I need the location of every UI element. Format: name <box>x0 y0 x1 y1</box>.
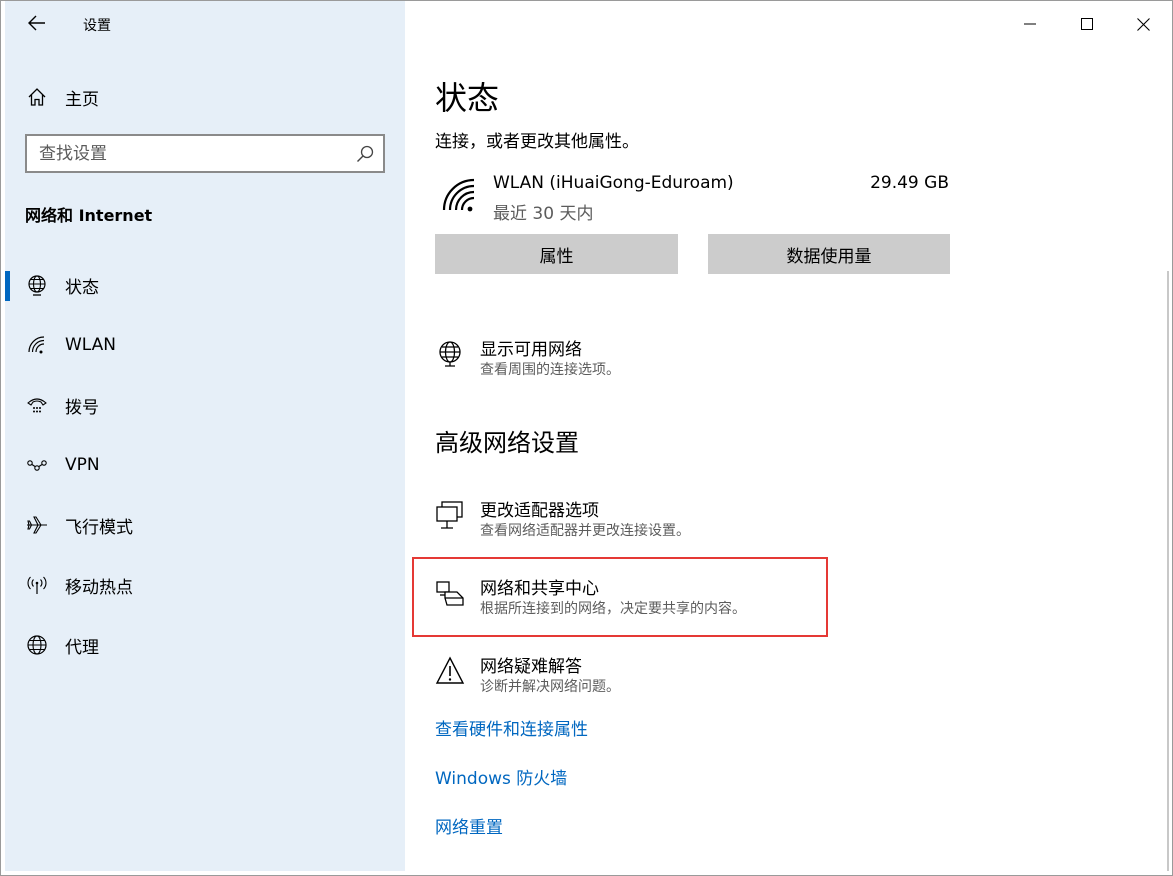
properties-button[interactable]: 属性 <box>435 234 678 274</box>
network-reset-link[interactable]: 网络重置 <box>435 813 503 838</box>
show-available-networks[interactable]: 显示可用网络 查看周围的连接选项。 <box>435 335 825 385</box>
hardware-properties-link[interactable]: 查看硬件和连接属性 <box>435 715 588 740</box>
usage-period: 最近 30 天内 <box>493 204 594 224</box>
search-input[interactable] <box>39 136 339 171</box>
back-arrow-icon <box>28 15 45 31</box>
search-icon[interactable] <box>355 144 375 164</box>
sidebar-item-label: 代理 <box>65 637 99 658</box>
main-content: 状态 连接，或者更改其他属性。 WLAN (iHuaiGong-Eduroam)… <box>405 1 1172 871</box>
hotspot-icon <box>25 573 49 597</box>
sidebar-item-wlan[interactable]: WLAN <box>5 315 405 375</box>
option-desc: 诊断并解决网络问题。 <box>480 679 620 695</box>
sidebar-item-airplane-mode[interactable]: 飞行模式 <box>5 495 405 555</box>
sidebar-item-mobile-hotspot[interactable]: 移动热点 <box>5 555 405 615</box>
advanced-settings-heading: 高级网络设置 <box>435 429 579 457</box>
sidebar-item-label: 状态 <box>65 277 99 298</box>
back-button[interactable] <box>19 9 55 37</box>
sidebar-item-status[interactable]: 状态 <box>5 255 405 315</box>
sidebar-item-dialup[interactable]: 拨号 <box>5 375 405 435</box>
option-desc: 查看周围的连接选项。 <box>480 362 620 378</box>
network-troubleshooter[interactable]: 网络疑难解答 诊断并解决网络问题。 <box>435 652 825 702</box>
dialup-icon <box>25 393 49 417</box>
option-title: 网络疑难解答 <box>480 657 582 677</box>
close-icon <box>1137 17 1150 31</box>
vpn-icon <box>25 453 49 477</box>
wifi-signal-icon <box>442 178 475 212</box>
close-button[interactable] <box>1115 1 1172 47</box>
data-usage-button[interactable]: 数据使用量 <box>708 234 950 274</box>
airplane-icon <box>25 513 49 537</box>
change-adapter-options[interactable]: 更改适配器选项 查看网络适配器并更改连接设置。 <box>435 496 825 546</box>
wifi-icon <box>25 333 49 357</box>
connection-status: WLAN (iHuaiGong-Eduroam) 最近 30 天内 29.49 … <box>435 169 955 225</box>
sidebar-item-label: 移动热点 <box>65 577 133 598</box>
sidebar: 设置 主页 网络和 Internet 状态 WL <box>5 1 405 871</box>
option-title: 显示可用网络 <box>480 340 582 360</box>
maximize-icon <box>1080 18 1093 30</box>
page-title: 状态 <box>435 79 500 117</box>
home-icon <box>25 85 49 109</box>
maximize-button[interactable] <box>1058 1 1115 47</box>
data-usage-value: 29.49 GB <box>870 173 949 193</box>
sidebar-item-label: WLAN <box>65 335 117 355</box>
home-label: 主页 <box>65 89 99 110</box>
minimize-icon <box>1023 23 1036 25</box>
globe-icon <box>25 633 49 657</box>
window-controls <box>1001 1 1172 47</box>
option-title: 网络和共享中心 <box>480 579 599 599</box>
settings-window: 设置 主页 网络和 Internet 状态 WL <box>0 0 1173 876</box>
option-title: 更改适配器选项 <box>480 501 599 521</box>
windows-firewall-link[interactable]: Windows 防火墙 <box>435 764 567 789</box>
warning-icon <box>435 656 465 686</box>
title-bar: 设置 <box>5 1 405 47</box>
option-desc: 根据所连接到的网络，决定要共享的内容。 <box>480 601 746 617</box>
sidebar-item-label: 拨号 <box>65 397 99 418</box>
minimize-button[interactable] <box>1001 1 1058 47</box>
window-title: 设置 <box>83 18 111 34</box>
option-desc: 查看网络适配器并更改连接设置。 <box>480 523 690 539</box>
page-subtitle: 连接，或者更改其他属性。 <box>435 132 639 152</box>
scrollbar[interactable] <box>1167 271 1169 871</box>
sharing-center-icon <box>435 578 465 608</box>
globe-status-icon <box>25 273 49 297</box>
sidebar-item-label: VPN <box>65 455 100 475</box>
connection-name: WLAN (iHuaiGong-Eduroam) <box>493 173 734 193</box>
adapter-icon <box>435 500 465 530</box>
sidebar-item-proxy[interactable]: 代理 <box>5 615 405 675</box>
home-nav-item[interactable]: 主页 <box>25 81 99 113</box>
section-heading: 网络和 Internet <box>25 206 153 225</box>
globe-network-icon <box>435 339 465 369</box>
sidebar-item-vpn[interactable]: VPN <box>5 435 405 495</box>
search-box[interactable] <box>25 134 385 173</box>
sidebar-item-label: 飞行模式 <box>65 517 133 538</box>
network-sharing-center[interactable]: 网络和共享中心 根据所连接到的网络，决定要共享的内容。 <box>435 574 825 624</box>
sidebar-nav: 状态 WLAN 拨号 VPN 飞行模式 移动热点 代理 <box>5 255 405 675</box>
